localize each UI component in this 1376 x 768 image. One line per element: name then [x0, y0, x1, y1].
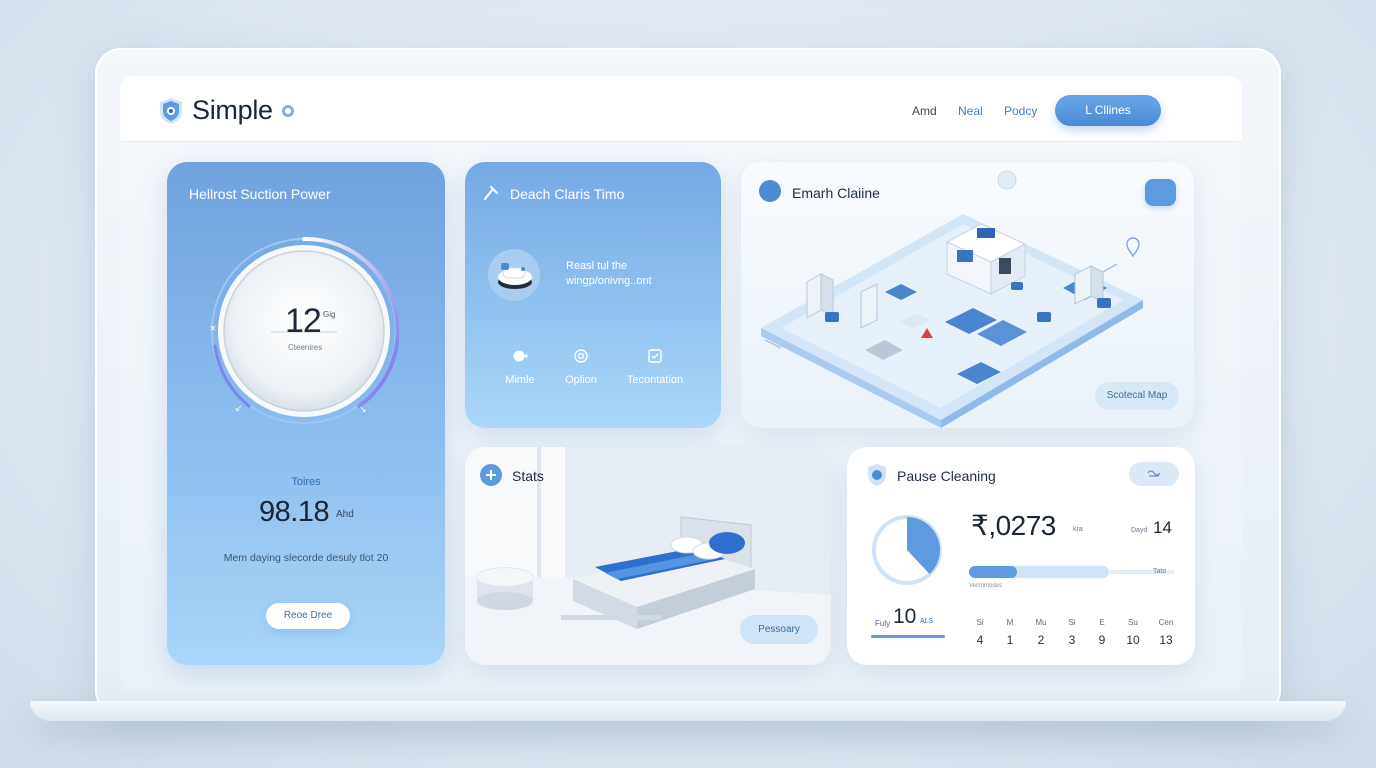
days-label: Dayd: [1131, 527, 1148, 534]
nav-link-neal[interactable]: Neal: [958, 104, 983, 118]
week-day-column[interactable]: M1: [995, 618, 1025, 647]
nav-link-amd[interactable]: Amd: [912, 104, 937, 118]
suction-action-button[interactable]: Reoe Dree: [266, 603, 350, 629]
target-icon: [574, 349, 588, 363]
pause-toggle[interactable]: [1129, 462, 1179, 486]
svg-text:↙: ↙: [235, 404, 243, 414]
week-day-column[interactable]: Si 4: [965, 618, 995, 647]
map-card: Emarh Claiine Scotecal Map: [741, 162, 1194, 428]
week-day-label: Cen: [1158, 618, 1174, 627]
pause-cleaning-card: Pause Cleaning ₹,0273 kra Dayd 14 Vecmmo…: [847, 447, 1195, 665]
week-day-number: 10: [1126, 633, 1140, 647]
week-day-number: 13: [1159, 633, 1173, 647]
map-title: Emarh Claiine: [792, 185, 880, 201]
stats-button[interactable]: Pessoary: [740, 615, 818, 644]
week-day-label: Su: [1128, 618, 1138, 627]
shield-logo-icon: [160, 98, 182, 124]
suction-power-card: Hellrost Suction Power × ↙ ↘ 12 Gig Ctee…: [167, 162, 445, 665]
check-square-icon: [648, 349, 662, 363]
add-stat-icon[interactable]: [480, 464, 502, 486]
clean-time-card: Deach Claris Timo Reasl tul the wingp/on…: [465, 162, 721, 428]
action-label: Oplion: [565, 374, 597, 386]
week-day-column[interactable]: Su 10: [1118, 618, 1148, 647]
svg-text:↘: ↘: [359, 405, 367, 415]
week-day-column[interactable]: Mu 2: [1026, 618, 1056, 647]
suction-stat-label: Toires: [291, 476, 321, 488]
week-day-number: 3: [1068, 633, 1076, 647]
map-view-chip[interactable]: Scotecal Map: [1095, 382, 1179, 410]
suction-title: Hellrost Suction Power: [189, 186, 331, 202]
clean-text-line-2: wingp/onivng..ont: [566, 275, 652, 287]
plus-icon: [486, 470, 496, 480]
dial-sublabel: Cteenires: [288, 343, 323, 352]
suction-description: Mem daying slecorde desuly tlot 20: [223, 552, 389, 564]
fly-label: Fuly: [875, 619, 891, 628]
cleaned-unit: kra: [1073, 526, 1083, 533]
week-day-label: Si: [1068, 618, 1076, 627]
broom-icon: [484, 186, 498, 200]
week-day-column[interactable]: E9: [1087, 618, 1117, 647]
week-day-number: 4: [976, 633, 984, 647]
week-day-label: Si: [976, 618, 984, 627]
robot-vacuum-icon: [488, 249, 540, 301]
dial-value: 12: [285, 302, 322, 340]
dial-unit: Gig: [323, 310, 336, 319]
map-settings-button[interactable]: [1145, 179, 1176, 206]
brand-name: Simple: [192, 95, 273, 125]
header-cta-button[interactable]: L Cllines: [1055, 95, 1161, 126]
cleaned-value: ₹,0273: [971, 510, 1056, 541]
week-day-number: 1: [1006, 633, 1014, 647]
progress-sublabel: Vecmmodes: [969, 583, 1003, 589]
fly-unit: ALS: [920, 618, 934, 625]
suction-stat-unit: Ahd: [336, 509, 354, 520]
progress-end-label: Tato: [1153, 568, 1167, 575]
week-day-number: 9: [1098, 633, 1106, 647]
progress-bar-fill: [969, 566, 1017, 578]
action-tecontation[interactable]: Tecontation: [617, 348, 693, 386]
week-day-number: 2: [1037, 633, 1045, 647]
brand-dot-icon: [282, 105, 294, 117]
stats-title: Stats: [512, 468, 544, 484]
fly-underline: [871, 635, 945, 638]
pause-title: Pause Cleaning: [897, 468, 996, 484]
week-day-label: M: [1006, 618, 1014, 627]
progress-pie: [872, 515, 942, 585]
week-day-label: E: [1099, 618, 1105, 627]
shield-icon: [868, 464, 886, 486]
wave-icon: [1147, 470, 1161, 477]
week-day-column[interactable]: Cen 13: [1151, 618, 1181, 647]
nav-link-podcy[interactable]: Podcy: [1004, 104, 1037, 118]
week-day-column[interactable]: Si 3: [1057, 618, 1087, 647]
svg-text:×: ×: [209, 324, 217, 334]
map-pin-icon: [759, 180, 781, 202]
top-bar: Simple Amd Neal Podcy L Cllines: [120, 76, 1242, 142]
action-mimle[interactable]: Mimle: [498, 348, 542, 386]
action-oplion[interactable]: Oplion: [559, 348, 603, 386]
progress-bar: [969, 566, 1109, 578]
action-label: Mimle: [505, 374, 535, 386]
clean-time-text: Reasl tul the wingp/onivng..ont: [566, 259, 652, 289]
fly-value: 10: [893, 605, 917, 628]
week-day-label: Mu: [1035, 618, 1047, 627]
suction-stat-value: 98.18: [259, 496, 330, 528]
stats-card: Stats Pessoary: [465, 447, 831, 665]
app-screen: Simple Amd Neal Podcy L Cllines Hellrost…: [120, 76, 1242, 692]
plus-circle-icon: [513, 350, 528, 362]
clean-time-title: Deach Claris Timo: [510, 186, 625, 202]
days-value: 14: [1153, 518, 1172, 537]
clean-text-line-1: Reasl tul the: [566, 260, 628, 272]
action-label: Tecontation: [626, 374, 684, 386]
laptop-base: [30, 701, 1346, 721]
